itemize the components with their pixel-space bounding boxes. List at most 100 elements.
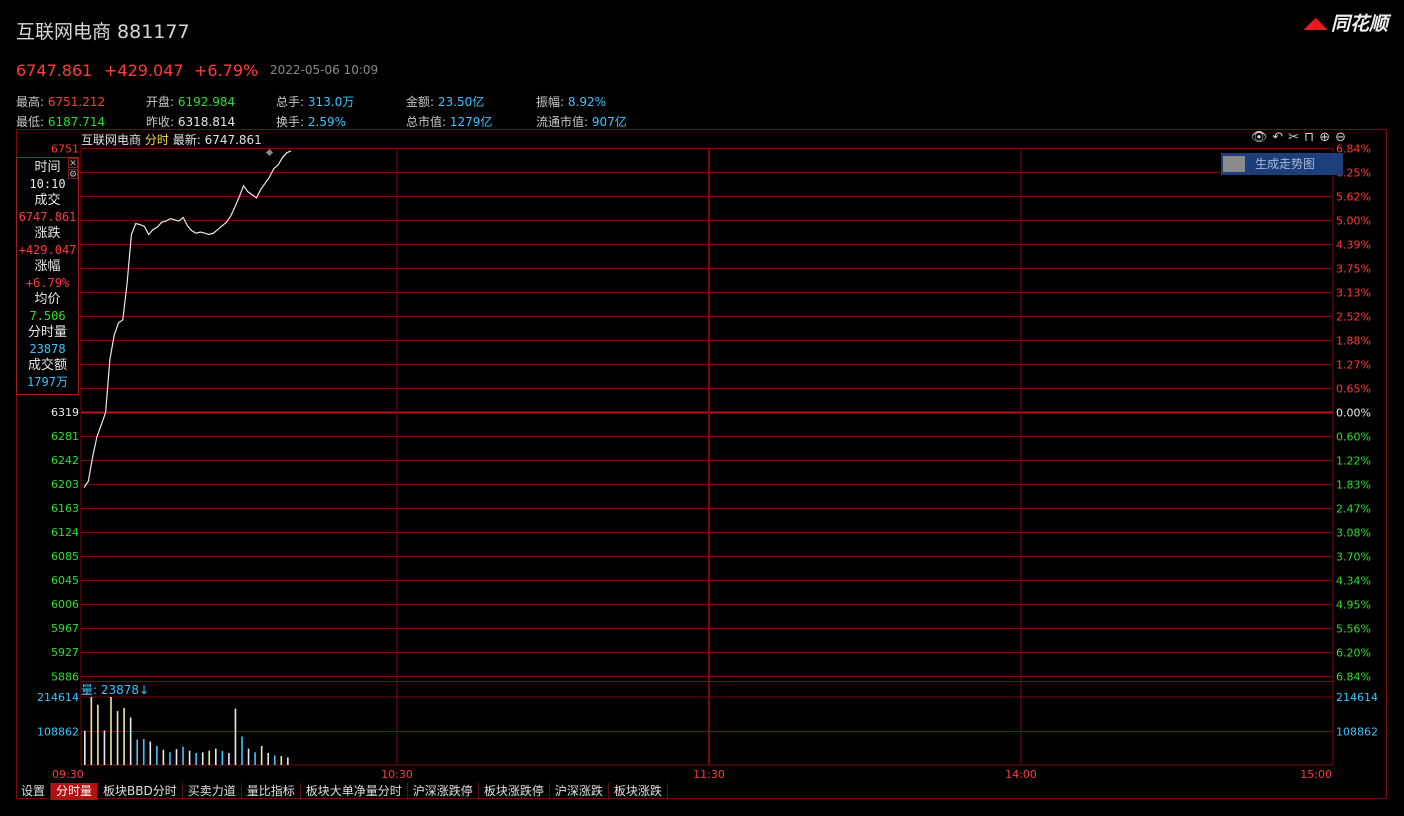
y-axis-left-tick: 5927 (51, 646, 79, 659)
info-avg-value: 7.506 (29, 309, 66, 323)
volume-bar (182, 746, 184, 765)
latest-point-marker (265, 148, 274, 157)
volume-bar (280, 756, 283, 765)
volume-bar (254, 752, 256, 765)
indicator-tab-bar: 设置 分时量 板块BBD分时 买卖力道 量比指标 板块大单净量分时 沪深涨跌停 … (16, 783, 668, 800)
intraday-chart[interactable]: 6751 6319 6281 6242 6203 6163 6124 6085 6045 6006… (0, 0, 1404, 816)
volume-bar (247, 748, 250, 765)
eye-icon[interactable]: 👁 (1251, 130, 1268, 145)
y-axis-right-tick: 0.00% (1336, 407, 1371, 420)
volume-bar (208, 750, 211, 765)
info-vol-value: 23878 (29, 342, 66, 356)
y-axis-left-tick: 5886 (51, 671, 79, 684)
y-axis-left-tick: 6045 (51, 574, 79, 587)
volume-bar (260, 745, 263, 765)
info-pct-value: +6.79% (25, 276, 70, 290)
y-axis-right-tick: 2.47% (1336, 503, 1371, 516)
volume-header: 量: 23878↓ (81, 683, 150, 697)
tab-market-limit[interactable]: 沪深涨跌停 (408, 783, 479, 800)
y-axis-left-tick: 5967 (51, 622, 79, 635)
info-vol-label: 分时量 (27, 325, 67, 340)
y-axis-left-tick: 6751 (51, 143, 79, 156)
volume-bar (221, 751, 224, 765)
volume-bar (90, 697, 93, 765)
volume-bar (273, 755, 276, 765)
volume-bar (234, 708, 237, 765)
chart-toolbar: 👁 ↶ ✂ ⊓ ⊕ ⊖ (1251, 130, 1346, 145)
y-axis-right-tick: 3.08% (1336, 527, 1371, 540)
y-axis-right-tick: 2.52% (1336, 311, 1371, 324)
volume-bar (241, 736, 243, 765)
info-amount-label: 成交额 (27, 358, 67, 373)
tab-sector-updown[interactable]: 板块涨跌 (609, 783, 668, 800)
scissors-icon[interactable]: ✂ (1288, 130, 1299, 145)
info-deal-value: 6747.861 (18, 210, 77, 224)
y-axis-right-tick: 5.00% (1336, 215, 1371, 228)
info-pct-label: 涨幅 (34, 259, 61, 274)
volume-bar (162, 749, 165, 765)
volume-bar (103, 730, 106, 765)
y-axis-right-tick: 4.95% (1336, 599, 1371, 612)
zoom-out-icon[interactable]: ⊖ (1335, 130, 1346, 145)
tab-sector-limit[interactable]: 板块涨跌停 (479, 783, 550, 800)
y-axis-left-tick: 6242 (51, 454, 79, 467)
y-axis-left-tick: 6124 (51, 526, 79, 539)
y-axis-right-tick: 3.70% (1336, 551, 1371, 564)
y-axis-right-tick: 0.60% (1336, 431, 1371, 444)
price-line (83, 150, 292, 488)
volume-bar (142, 739, 145, 765)
close-icon[interactable]: ✕ (68, 158, 78, 169)
tab-volume-ratio[interactable]: 量比指标 (242, 783, 301, 800)
tab-sector-big-order[interactable]: 板块大单净量分时 (301, 783, 408, 800)
lock-icon[interactable]: ⊓ (1304, 130, 1314, 145)
x-axis-tick: 11:30 (693, 768, 725, 781)
crosshair-info-box: ✕ ⚙ 时间 10:10 成交 6747.861 涨跌 +429.047 涨幅 … (16, 157, 79, 395)
y-axis-right-tick: 3.75% (1336, 263, 1371, 276)
volume-axis-left-tick: 214614 (37, 691, 79, 704)
volume-bar (195, 752, 197, 765)
volume-bar (228, 752, 230, 765)
y-axis-left-tick: 6319 (51, 406, 79, 419)
x-axis-tick: 15:00 (1300, 768, 1332, 781)
undo-icon[interactable]: ↶ (1272, 130, 1283, 145)
zoom-in-icon[interactable]: ⊕ (1319, 130, 1330, 145)
tab-sector-bbd[interactable]: 板块BBD分时 (98, 783, 183, 800)
volume-bar (267, 752, 269, 765)
x-axis-tick: 09:30 (52, 768, 84, 781)
volume-bar (169, 752, 171, 765)
info-deal-label: 成交 (34, 193, 61, 208)
y-axis-left-tick: 6281 (51, 430, 79, 443)
y-axis-right-tick: 4.39% (1336, 239, 1371, 252)
y-axis-right-tick: 0.65% (1336, 383, 1371, 396)
volume-axis-right-tick: 108862 (1336, 726, 1378, 739)
y-axis-right-tick: 5.56% (1336, 623, 1371, 636)
y-axis-right-tick: 6.20% (1336, 647, 1371, 660)
info-avg-label: 均价 (34, 292, 61, 307)
generate-trend-chart-button[interactable]: 生成走势图 (1221, 153, 1343, 175)
volume-axis-left-tick: 108862 (37, 726, 79, 739)
y-axis-left-tick: 6203 (51, 478, 79, 491)
y-axis-right-tick: 1.22% (1336, 455, 1371, 468)
gear-icon[interactable]: ⚙ (68, 169, 78, 180)
y-axis-right-tick: 1.83% (1336, 479, 1371, 492)
volume-bar (287, 757, 289, 765)
volume-bar (215, 748, 217, 765)
y-axis-right-tick: 4.34% (1336, 575, 1371, 588)
volume-bar (149, 741, 152, 765)
volume-bar (156, 745, 158, 765)
volume-bar (201, 752, 204, 765)
tab-buy-sell-power[interactable]: 买卖力道 (183, 783, 242, 800)
chart-header: 互联网电商 分时 最新: 6747.861 (81, 133, 262, 147)
y-axis-right-tick: 1.88% (1336, 335, 1371, 348)
y-axis-left-tick: 6163 (51, 502, 79, 515)
volume-bar (129, 717, 132, 765)
info-change-label: 涨跌 (34, 226, 61, 241)
tab-intraday-volume[interactable]: 分时量 (51, 783, 99, 800)
tab-settings[interactable]: 设置 (16, 783, 52, 800)
info-change-value: +429.047 (18, 243, 77, 257)
y-axis-left-tick: 6085 (51, 550, 79, 563)
y-axis-right-tick: 1.27% (1336, 359, 1371, 372)
volume-bar (136, 739, 138, 765)
volume-bar (84, 730, 86, 765)
tab-market-updown[interactable]: 沪深涨跌 (550, 783, 609, 800)
